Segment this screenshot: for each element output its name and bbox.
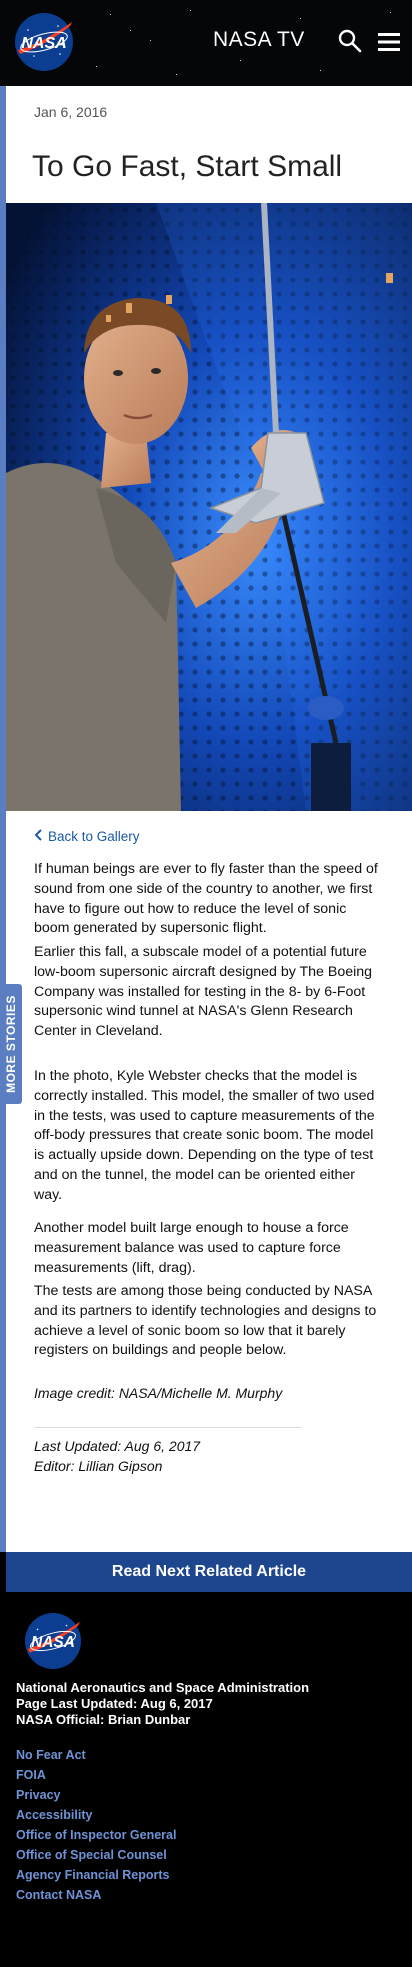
article-paragraph-2: Earlier this fall, a subscale model of a… [34, 944, 373, 1040]
footer-logo-wordmark: NASA [31, 1634, 75, 1651]
image-credit: Image credit: NASA/Michelle M. Murphy [34, 1385, 283, 1401]
divider [34, 1427, 302, 1428]
editor-credit: Editor: Lillian Gipson [34, 1458, 163, 1474]
footer-link-special-counsel[interactable]: Office of Special Counsel [16, 1848, 167, 1862]
footer-link-financial-reports[interactable]: Agency Financial Reports [16, 1868, 170, 1882]
last-updated: Last Updated: Aug 6, 2017 [34, 1438, 201, 1454]
footer-link-accessibility[interactable]: Accessibility [16, 1808, 92, 1822]
footer-official: NASA Official: Brian Dunbar [16, 1712, 191, 1727]
menu-icon[interactable] [378, 32, 400, 52]
more-stories-label: MORE STORIES [4, 995, 18, 1093]
footer-agency-name: National Aeronautics and Space Administr… [16, 1680, 310, 1695]
article-paragraph-1: If human beings are ever to fly faster t… [34, 861, 378, 937]
back-link-label: Back to Gallery [48, 829, 140, 844]
article-title: To Go Fast, Start Small [32, 150, 343, 183]
footer-page-updated: Page Last Updated: Aug 6, 2017 [16, 1696, 213, 1711]
chevron-left-icon [34, 829, 42, 841]
footer-link-contact-nasa[interactable]: Contact NASA [16, 1888, 101, 1902]
article-paragraph-3: In the photo, Kyle Webster checks that t… [34, 1068, 375, 1203]
search-icon[interactable] [337, 28, 363, 54]
nasa-footer-logo[interactable]: NASA [24, 1612, 82, 1670]
read-next-related-button[interactable]: Read Next Related Article [6, 1552, 412, 1592]
footer-link-privacy[interactable]: Privacy [16, 1788, 60, 1802]
back-to-gallery-link[interactable]: Back to Gallery [34, 829, 140, 844]
nasa-tv-link[interactable]: NASA TV [213, 28, 305, 52]
footer-link-inspector-general[interactable]: Office of Inspector General [16, 1828, 176, 1842]
nasa-logo[interactable]: NASA [14, 12, 74, 72]
footer-link-no-fear-act[interactable]: No Fear Act [16, 1748, 86, 1762]
article-photo [6, 203, 412, 811]
article-paragraph-4: Another model built large enough to hous… [34, 1220, 349, 1276]
footer-link-foia[interactable]: FOIA [16, 1768, 46, 1782]
article-date: Jan 6, 2016 [34, 104, 108, 120]
more-stories-tab[interactable]: MORE STORIES [0, 984, 22, 1104]
article-paragraph-5: The tests are among those being conducte… [34, 1283, 377, 1359]
logo-wordmark: NASA [21, 35, 66, 52]
